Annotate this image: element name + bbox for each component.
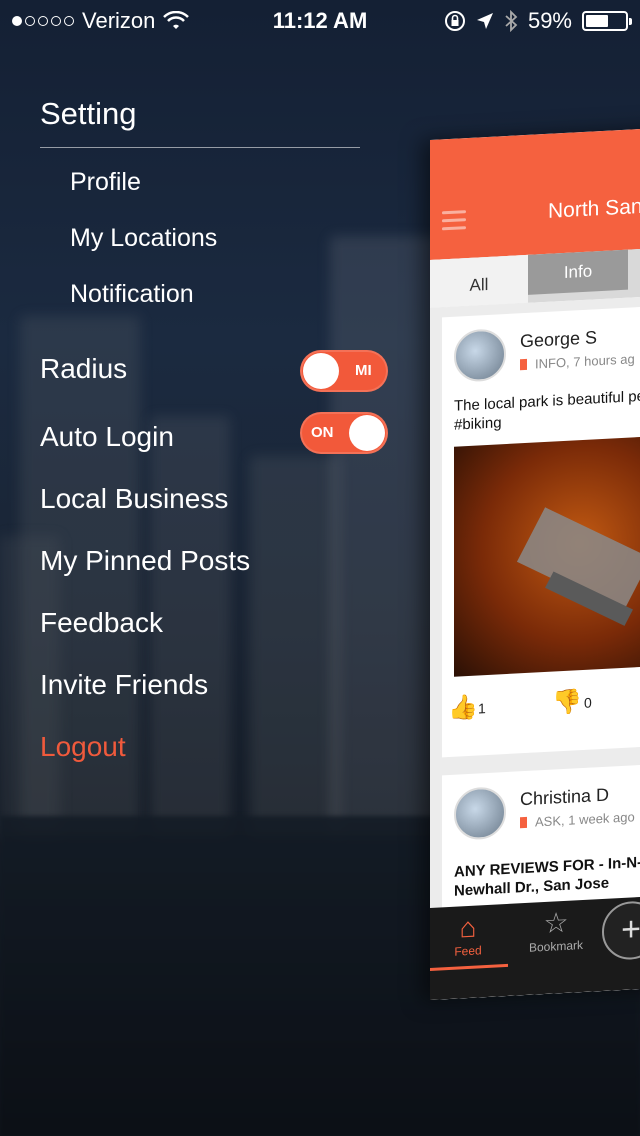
background-building bbox=[330, 236, 440, 836]
post-author[interactable]: Christina D bbox=[520, 785, 609, 811]
avatar[interactable] bbox=[454, 328, 506, 383]
post-photo[interactable] bbox=[454, 434, 640, 677]
thumbs-up-icon[interactable]: 👍 bbox=[448, 692, 478, 723]
menu-item-notification[interactable]: Notification bbox=[70, 280, 194, 309]
menu-item-logout[interactable]: Logout bbox=[40, 731, 126, 763]
radius-toggle-label: MI bbox=[355, 362, 372, 379]
auto-login-label: Auto Login bbox=[40, 421, 174, 452]
lock-rotation-icon bbox=[444, 11, 465, 31]
post-card[interactable]: George S INFO, 7 hours ag The local park… bbox=[442, 304, 640, 758]
post-meta: ASK, 1 week ago bbox=[520, 809, 635, 830]
nav-feed-label: Feed bbox=[454, 943, 482, 959]
battery-icon bbox=[582, 11, 632, 31]
nav-active-indicator bbox=[430, 963, 508, 971]
add-post-button[interactable]: + bbox=[602, 899, 640, 961]
menu-title: Setting bbox=[40, 96, 137, 131]
hamburger-icon[interactable] bbox=[442, 210, 466, 235]
menu-item-profile[interactable]: Profile bbox=[70, 168, 141, 197]
post-author[interactable]: George S bbox=[520, 327, 597, 352]
menu-divider bbox=[40, 147, 360, 148]
tab-all[interactable]: All bbox=[430, 254, 528, 308]
main-app-panel[interactable]: North San All Info George S INFO, 7 hour… bbox=[430, 126, 640, 1001]
nav-bookmark-label: Bookmark bbox=[528, 937, 584, 955]
tab-info[interactable]: Info bbox=[528, 249, 628, 295]
location-arrow-icon bbox=[476, 13, 493, 29]
radius-toggle[interactable]: MI bbox=[300, 350, 388, 392]
menu-item-feedback[interactable]: Feedback bbox=[40, 607, 163, 639]
auto-login-toggle-label: ON bbox=[311, 424, 334, 441]
menu-item-invite-friends[interactable]: Invite Friends bbox=[40, 669, 208, 701]
menu-item-local-business[interactable]: Local Business bbox=[40, 483, 228, 515]
menu-item-my-locations[interactable]: My Locations bbox=[70, 224, 217, 253]
auto-login-toggle[interactable]: ON bbox=[300, 412, 388, 454]
background-building bbox=[250, 456, 340, 836]
toggle-knob bbox=[349, 415, 385, 451]
status-bar: Verizon 11:12 AM 59% bbox=[0, 0, 640, 40]
nav-feed[interactable]: ⌂ Feed bbox=[452, 911, 484, 959]
thumbs-down-icon[interactable]: 👎 bbox=[552, 687, 582, 718]
star-icon: ☆ bbox=[543, 906, 569, 940]
up-vote-count: 1 bbox=[478, 700, 486, 717]
status-right: 59% bbox=[444, 8, 632, 34]
toggle-knob bbox=[303, 353, 339, 389]
plus-icon: + bbox=[621, 909, 640, 949]
menu-item-my-pinned-posts[interactable]: My Pinned Posts bbox=[40, 545, 250, 577]
bottom-nav: ⌂ Feed ☆ Bookmark + bbox=[430, 894, 640, 1000]
nav-bookmark[interactable]: ☆ Bookmark bbox=[526, 906, 586, 955]
bluetooth-icon bbox=[505, 10, 518, 32]
vote-bar: 👍 1 👎 0 bbox=[442, 680, 640, 733]
post-meta: INFO, 7 hours ag bbox=[520, 351, 635, 372]
down-vote-count: 0 bbox=[584, 694, 592, 711]
post-text: The local park is beautiful perfect #bik… bbox=[454, 386, 640, 434]
radius-label: Radius bbox=[40, 353, 128, 384]
post-text: ANY REVIEWS FOR - In-N- Newhall Dr., San… bbox=[454, 853, 640, 900]
feed-list: George S INFO, 7 hours ag The local park… bbox=[430, 294, 640, 1001]
battery-level bbox=[586, 15, 608, 27]
avatar[interactable] bbox=[454, 786, 506, 841]
battery-percent: 59% bbox=[527, 8, 572, 33]
home-icon: ⌂ bbox=[459, 911, 477, 944]
panel-header: North San bbox=[430, 126, 640, 260]
panel-title: North San bbox=[548, 194, 640, 223]
